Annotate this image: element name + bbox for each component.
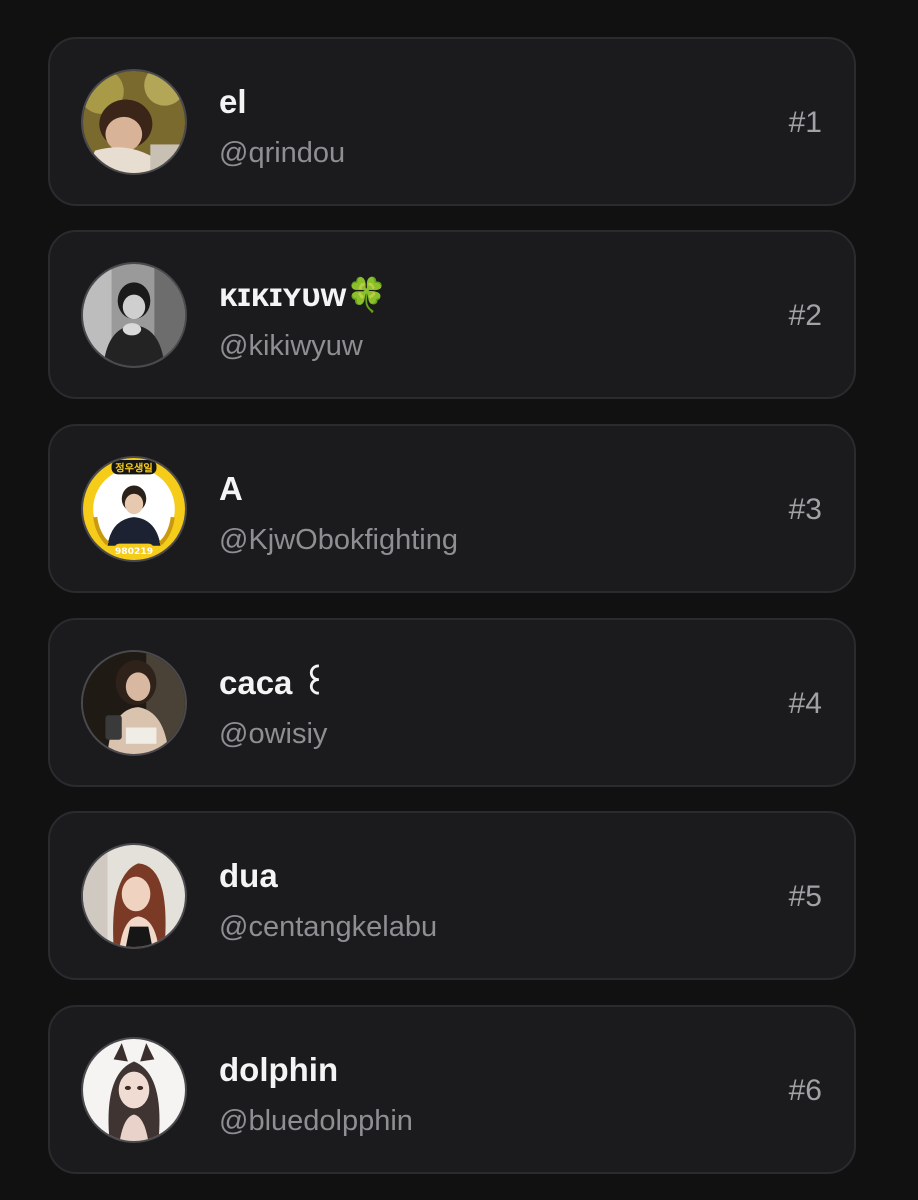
rank-number: #1 [788, 106, 822, 139]
display-name: dolphin [219, 1051, 339, 1088]
avatar-photo-icon [83, 1039, 185, 1141]
display-name: el [219, 83, 247, 120]
username-handle: @KjwObokfighting [219, 524, 458, 556]
avatar-photo-icon [83, 652, 185, 754]
avatar-photo-icon: 정우생일 980219 [83, 458, 185, 560]
username-handle: @centangkelabu [219, 911, 438, 943]
avatar-photo-icon [83, 845, 185, 947]
user-card[interactable]: caca ꒰ @owisiy #4 [48, 618, 856, 787]
rank-number: #6 [788, 1074, 822, 1107]
user-avatar[interactable] [81, 843, 187, 949]
avatar-badge-text: 정우생일 [115, 461, 153, 474]
user-card[interactable]: dolphin @bluedolpphin #6 [48, 1005, 856, 1174]
avatar-badge-number: 980219 [115, 546, 153, 557]
display-name: dua [219, 857, 278, 894]
rank-number: #4 [788, 687, 822, 720]
rank-number: #2 [788, 299, 822, 332]
user-card[interactable]: el @qrindou #1 [48, 37, 856, 206]
display-name: caca ꒰ [219, 664, 328, 701]
user-avatar[interactable] [81, 262, 187, 368]
rank-number: #3 [788, 493, 822, 526]
display-name: A [219, 470, 243, 507]
username-handle: @owisiy [219, 718, 328, 750]
user-card[interactable]: 정우생일 980219 A @KjwObokfighting #3 [48, 424, 856, 593]
display-name: ᴋɪᴋɪʏᴜᴡ🍀 [219, 276, 388, 313]
user-ranking-list: el @qrindou #1 ᴋɪᴋɪʏᴜᴡ🍀 @kikiwyuw #2 정우생… [0, 0, 918, 1200]
user-card[interactable]: ᴋɪᴋɪʏᴜᴡ🍀 @kikiwyuw #2 [48, 230, 856, 399]
username-handle: @kikiwyuw [219, 330, 363, 362]
user-avatar[interactable] [81, 650, 187, 756]
user-avatar[interactable] [81, 69, 187, 175]
user-card[interactable]: dua @centangkelabu #5 [48, 811, 856, 980]
username-handle: @bluedolpphin [219, 1105, 413, 1137]
user-avatar[interactable]: 정우생일 980219 [81, 456, 187, 562]
username-handle: @qrindou [219, 137, 346, 169]
user-avatar[interactable] [81, 1037, 187, 1143]
rank-number: #5 [788, 880, 822, 913]
avatar-photo-icon [83, 71, 185, 173]
avatar-photo-icon [83, 264, 185, 366]
